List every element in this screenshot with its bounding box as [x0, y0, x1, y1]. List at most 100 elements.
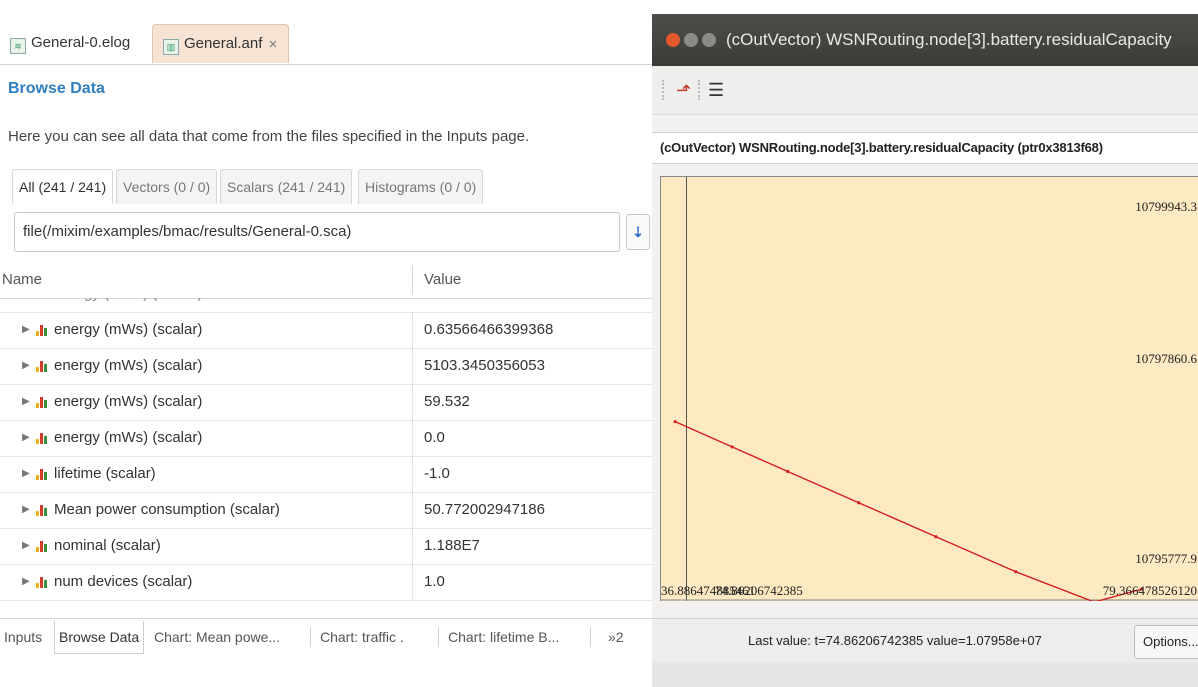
data-point[interactable] [857, 501, 861, 505]
column-divider [412, 528, 414, 564]
table-row[interactable]: ▶ energy (mWs) (scalar) 5103.3450356053 [0, 348, 652, 385]
y-tick-label: 10799943.3 [1135, 199, 1197, 214]
tab-chart-mean-power[interactable]: Chart: Mean powe... [150, 621, 284, 653]
tab-histograms[interactable]: Histograms (0 / 0) [358, 169, 484, 204]
table-row-partial[interactable]: energy (mWs) (scalar) 0.0 [0, 298, 652, 313]
expand-arrow-icon[interactable]: ▶ [22, 456, 30, 492]
window-bottom-edge [652, 662, 1198, 687]
tab-general-anf[interactable]: ▥ General.anf ✕ [152, 24, 289, 63]
column-divider [412, 266, 413, 294]
expand-arrow-icon[interactable]: ▶ [22, 348, 30, 384]
expand-arrow-icon[interactable]: ▶ [22, 528, 30, 564]
close-window-icon[interactable] [666, 33, 680, 47]
row-value: 59.532 [424, 393, 470, 410]
status-bar: Last value: t=74.86206742385 value=1.079… [652, 618, 1198, 663]
row-value: 0.0 [424, 429, 445, 446]
tab-all[interactable]: All (241 / 241) [12, 169, 114, 204]
data-point[interactable] [1014, 570, 1018, 574]
vector-header: (cOutVector) WSNRouting.node[3].battery.… [652, 132, 1198, 164]
vector-name: (cOutVector) WSNRouting.node[3].battery.… [660, 140, 1103, 155]
tab-separator [438, 627, 439, 647]
column-header-value[interactable]: Value [424, 262, 461, 298]
filter-text: file(/mixim/examples/bmac/results/Genera… [23, 223, 352, 240]
column-divider [412, 456, 414, 492]
column-divider [412, 348, 414, 384]
data-point[interactable] [673, 420, 677, 424]
table-row[interactable]: ▶ energy (mWs) (scalar) 0.0 [0, 420, 652, 457]
close-tab-icon[interactable]: ✕ [268, 39, 277, 51]
data-table: Name Value energy (mWs) (scalar) 0.0 ▶en… [0, 262, 652, 612]
window-title: (cOutVector) WSNRouting.node[3].battery.… [726, 30, 1172, 49]
data-point[interactable] [1093, 600, 1096, 601]
column-divider [412, 420, 414, 456]
row-name: lifetime (scalar) [54, 465, 156, 482]
tab-vectors[interactable]: Vectors (0 / 0) [116, 169, 218, 204]
options-button[interactable]: Options... [1134, 625, 1198, 659]
x-tick-label: 74.86206742385 [715, 583, 803, 598]
data-point[interactable] [786, 469, 790, 474]
column-divider [412, 492, 414, 528]
tab-scalars[interactable]: Scalars (241 / 241) [220, 169, 353, 204]
expand-arrow-icon[interactable]: ▶ [22, 564, 30, 600]
window-titlebar[interactable]: (cOutVector) WSNRouting.node[3].battery.… [652, 14, 1198, 66]
column-divider [412, 564, 414, 600]
minimize-window-icon[interactable] [684, 33, 698, 47]
filter-input[interactable]: file(/mixim/examples/bmac/results/Genera… [14, 212, 620, 252]
maximize-window-icon[interactable] [702, 33, 716, 47]
export-icon[interactable]: ⬏ [676, 80, 691, 101]
tab-chart-traffic[interactable]: Chart: traffic . [316, 621, 408, 653]
expand-arrow-icon[interactable]: ▶ [22, 312, 30, 348]
table-row[interactable]: ▶ energy (mWs) (scalar) 59.532 [0, 384, 652, 421]
table-row[interactable]: ▶ lifetime (scalar) -1.0 [0, 456, 652, 493]
line-chart: 10799943.310797860.610795777.936.8864748… [661, 177, 1198, 601]
elog-file-icon: ≋ [10, 38, 26, 54]
editor-tab-bar: ≋ General-0.elog ▥ General.anf ✕ [0, 20, 652, 65]
row-name: num devices (scalar) [54, 573, 193, 590]
x-tick-label: 79.366478526120 [1103, 583, 1197, 598]
row-name: nominal (scalar) [54, 537, 161, 554]
row-value: 0.63566466399368 [424, 321, 554, 338]
more-tabs-button[interactable]: »2 [604, 621, 628, 653]
tab-browse-data[interactable]: Browse Data [54, 621, 145, 654]
table-row[interactable]: ▶ Mean power consumption (scalar) 50.77200… [0, 492, 652, 529]
editor-pane: ≋ General-0.elog ▥ General.anf ✕ Browse Dat… [0, 0, 652, 687]
data-point[interactable] [934, 535, 938, 539]
row-value: 0.0 [424, 298, 445, 312]
row-value: 50.772002947186 [424, 501, 545, 518]
row-value: 5103.3450356053 [424, 357, 545, 374]
expand-arrow-icon[interactable]: ▶ [22, 384, 30, 420]
chart-window: (cOutVector) WSNRouting.node[3].battery.… [652, 14, 1198, 687]
table-row[interactable]: ▶ energy (mWs) (scalar) 0.63566466399368 [0, 312, 652, 349]
y-tick-label: 10795777.9 [1135, 551, 1197, 566]
data-point[interactable] [730, 445, 734, 449]
toolbar-grip [698, 80, 702, 100]
table-header: Name Value [0, 262, 652, 299]
row-value: -1.0 [424, 465, 450, 482]
editor-page-tabs: Inputs Browse Data Chart: Mean powe... C… [0, 618, 652, 655]
chart-plot[interactable]: 10799943.3 10797860.6 10795777.9 36.8864748… [660, 176, 1198, 601]
row-value: 1.188E7 [424, 537, 480, 554]
tab-inputs[interactable]: Inputs [0, 621, 46, 653]
page-title: Browse Data [8, 80, 105, 97]
page-description: Here you can see all data that come from… [8, 128, 530, 145]
y-tick-label: 10797860.6 [1135, 351, 1197, 366]
last-value-readout: Last value: t=74.86206742385 value=1.079… [748, 633, 1042, 648]
series-line [674, 421, 1143, 601]
row-name: energy (mWs) (scalar) [54, 298, 202, 312]
row-name: energy (mWs) (scalar) [54, 393, 203, 410]
column-header-name[interactable]: Name [2, 262, 42, 298]
table-row[interactable]: ▶ num devices (scalar) 1.0 [0, 564, 652, 601]
row-name: Mean power consumption (scalar) [54, 501, 280, 518]
column-divider [412, 384, 414, 420]
tab-general-elog[interactable]: ≋ General-0.elog [0, 24, 140, 62]
chart-toolbar: ⬏ ☰ [652, 66, 1198, 115]
tab-chart-lifetime[interactable]: Chart: lifetime B... [444, 621, 563, 653]
row-name: energy (mWs) (scalar) [54, 357, 203, 374]
row-name: energy (mWs) (scalar) [54, 429, 203, 446]
list-icon[interactable]: ☰ [708, 80, 724, 101]
expand-arrow-icon[interactable]: ▶ [22, 420, 30, 456]
expand-arrow-icon[interactable]: ▶ [22, 492, 30, 528]
row-name: energy (mWs) (scalar) [54, 321, 203, 338]
filter-apply-icon[interactable]: ⇣ [626, 214, 650, 250]
table-row[interactable]: ▶ nominal (scalar) 1.188E7 [0, 528, 652, 565]
